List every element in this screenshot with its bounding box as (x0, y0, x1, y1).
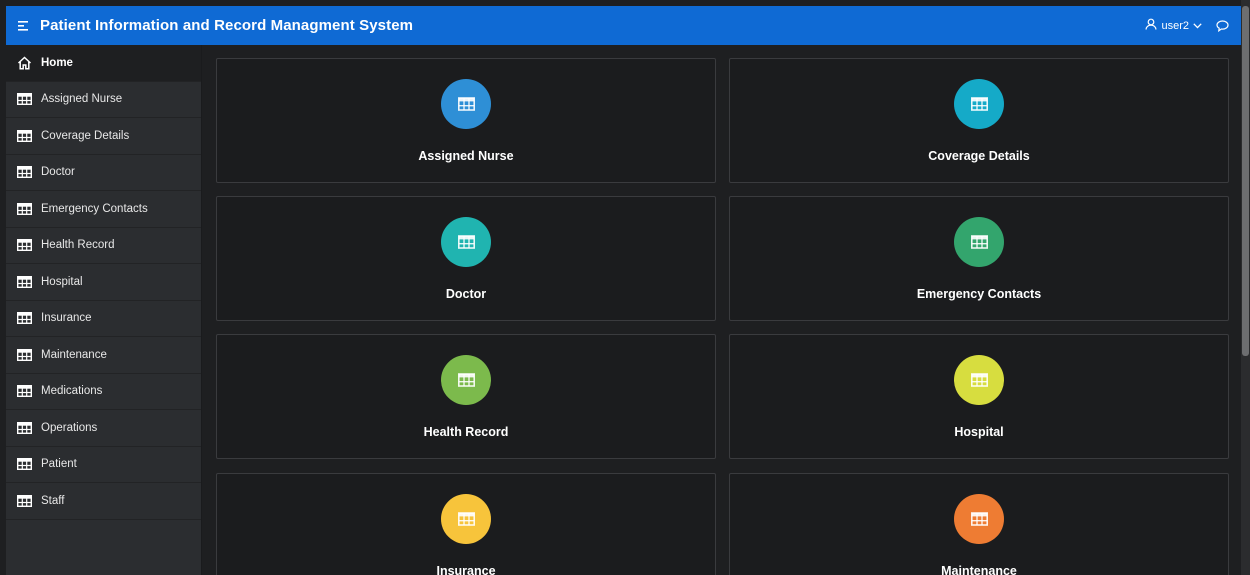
card-label: Health Record (423, 425, 509, 439)
table-icon (16, 457, 32, 471)
card-label: Hospital (954, 425, 1004, 439)
table-icon (16, 311, 32, 325)
table-icon (16, 384, 32, 398)
sidebar-item-assigned-nurse[interactable]: Assigned Nurse (6, 82, 201, 118)
table-icon (954, 79, 1004, 129)
sidebar-item-insurance[interactable]: Insurance (6, 301, 201, 337)
sidebar-item-coverage-details[interactable]: Coverage Details (6, 118, 201, 155)
scrollbar-thumb[interactable] (1242, 6, 1249, 356)
card-label: Coverage Details (928, 149, 1030, 163)
sidebar-item-maintenance[interactable]: Maintenance (6, 337, 201, 374)
user-icon (1145, 18, 1158, 33)
table-icon (954, 494, 1004, 544)
table-icon (954, 355, 1004, 405)
card-health-record[interactable]: Health Record (216, 334, 716, 459)
card-label: Doctor (445, 287, 487, 301)
sidebar-item-home[interactable]: Home (6, 45, 201, 82)
sidebar-item-label: Emergency Contacts (41, 202, 148, 215)
sidebar-item-label: Coverage Details (41, 129, 130, 142)
card-emergency-contacts[interactable]: Emergency Contacts (729, 196, 1229, 321)
card-insurance[interactable]: Insurance (216, 473, 716, 575)
sidebar-item-label: Home (41, 56, 73, 69)
card-label: Assigned Nurse (418, 149, 514, 163)
table-icon (16, 238, 32, 252)
sidebar-item-health-record[interactable]: Health Record (6, 228, 201, 264)
card-label: Maintenance (941, 564, 1017, 575)
sidebar-item-doctor[interactable]: Doctor (6, 155, 201, 191)
table-icon (16, 494, 32, 508)
table-icon (16, 348, 32, 362)
card-maintenance[interactable]: Maintenance (729, 473, 1229, 575)
table-icon (441, 79, 491, 129)
sidebar-item-medications[interactable]: Medications (6, 374, 201, 410)
sidebar-item-label: Doctor (41, 166, 75, 179)
sidebar-item-label: Assigned Nurse (41, 93, 123, 106)
card-coverage-details[interactable]: Coverage Details (729, 58, 1229, 183)
sidebar-item-label: Staff (41, 494, 65, 507)
table-icon (16, 275, 32, 289)
sidebar-item-label: Hospital (41, 275, 83, 288)
sidebar-item-staff[interactable]: Staff (6, 483, 201, 520)
sidebar-item-hospital[interactable]: Hospital (6, 264, 201, 301)
main-content: Assigned Nurse Coverage Details Doctor E… (203, 45, 1241, 575)
home-icon (16, 56, 32, 70)
sidebar: Home Assigned Nurse Coverage Details Doc… (6, 45, 202, 575)
chat-icon[interactable] (1216, 19, 1229, 32)
sidebar-item-label: Health Record (41, 239, 115, 252)
card-doctor[interactable]: Doctor (216, 196, 716, 321)
card-label: Insurance (436, 564, 496, 575)
sidebar-item-label: Operations (41, 421, 98, 434)
app-title[interactable]: Patient Information and Record Managment… (40, 17, 413, 34)
sidebar-item-patient[interactable]: Patient (6, 447, 201, 483)
card-label: Emergency Contacts (916, 287, 1042, 301)
table-icon (16, 202, 32, 216)
sidebar-item-label: Maintenance (41, 348, 107, 361)
sidebar-item-emergency-contacts[interactable]: Emergency Contacts (6, 191, 201, 228)
table-icon (441, 355, 491, 405)
sidebar-item-label: Medications (41, 385, 103, 398)
table-icon (16, 421, 32, 435)
sidebar-item-operations[interactable]: Operations (6, 410, 201, 447)
sidebar-item-label: Patient (41, 458, 77, 471)
chevron-down-icon (1193, 20, 1202, 32)
card-hospital[interactable]: Hospital (729, 334, 1229, 459)
card-assigned-nurse[interactable]: Assigned Nurse (216, 58, 716, 183)
top-navigation-bar: Patient Information and Record Managment… (6, 6, 1241, 45)
table-icon (16, 129, 32, 143)
hamburger-icon[interactable] (10, 6, 38, 45)
user-menu[interactable]: user2 (1145, 18, 1202, 33)
user-name: user2 (1161, 19, 1189, 32)
table-icon (441, 494, 491, 544)
sidebar-item-label: Insurance (41, 312, 92, 325)
table-icon (16, 92, 32, 106)
table-icon (954, 217, 1004, 267)
table-icon (441, 217, 491, 267)
table-icon (16, 165, 32, 179)
